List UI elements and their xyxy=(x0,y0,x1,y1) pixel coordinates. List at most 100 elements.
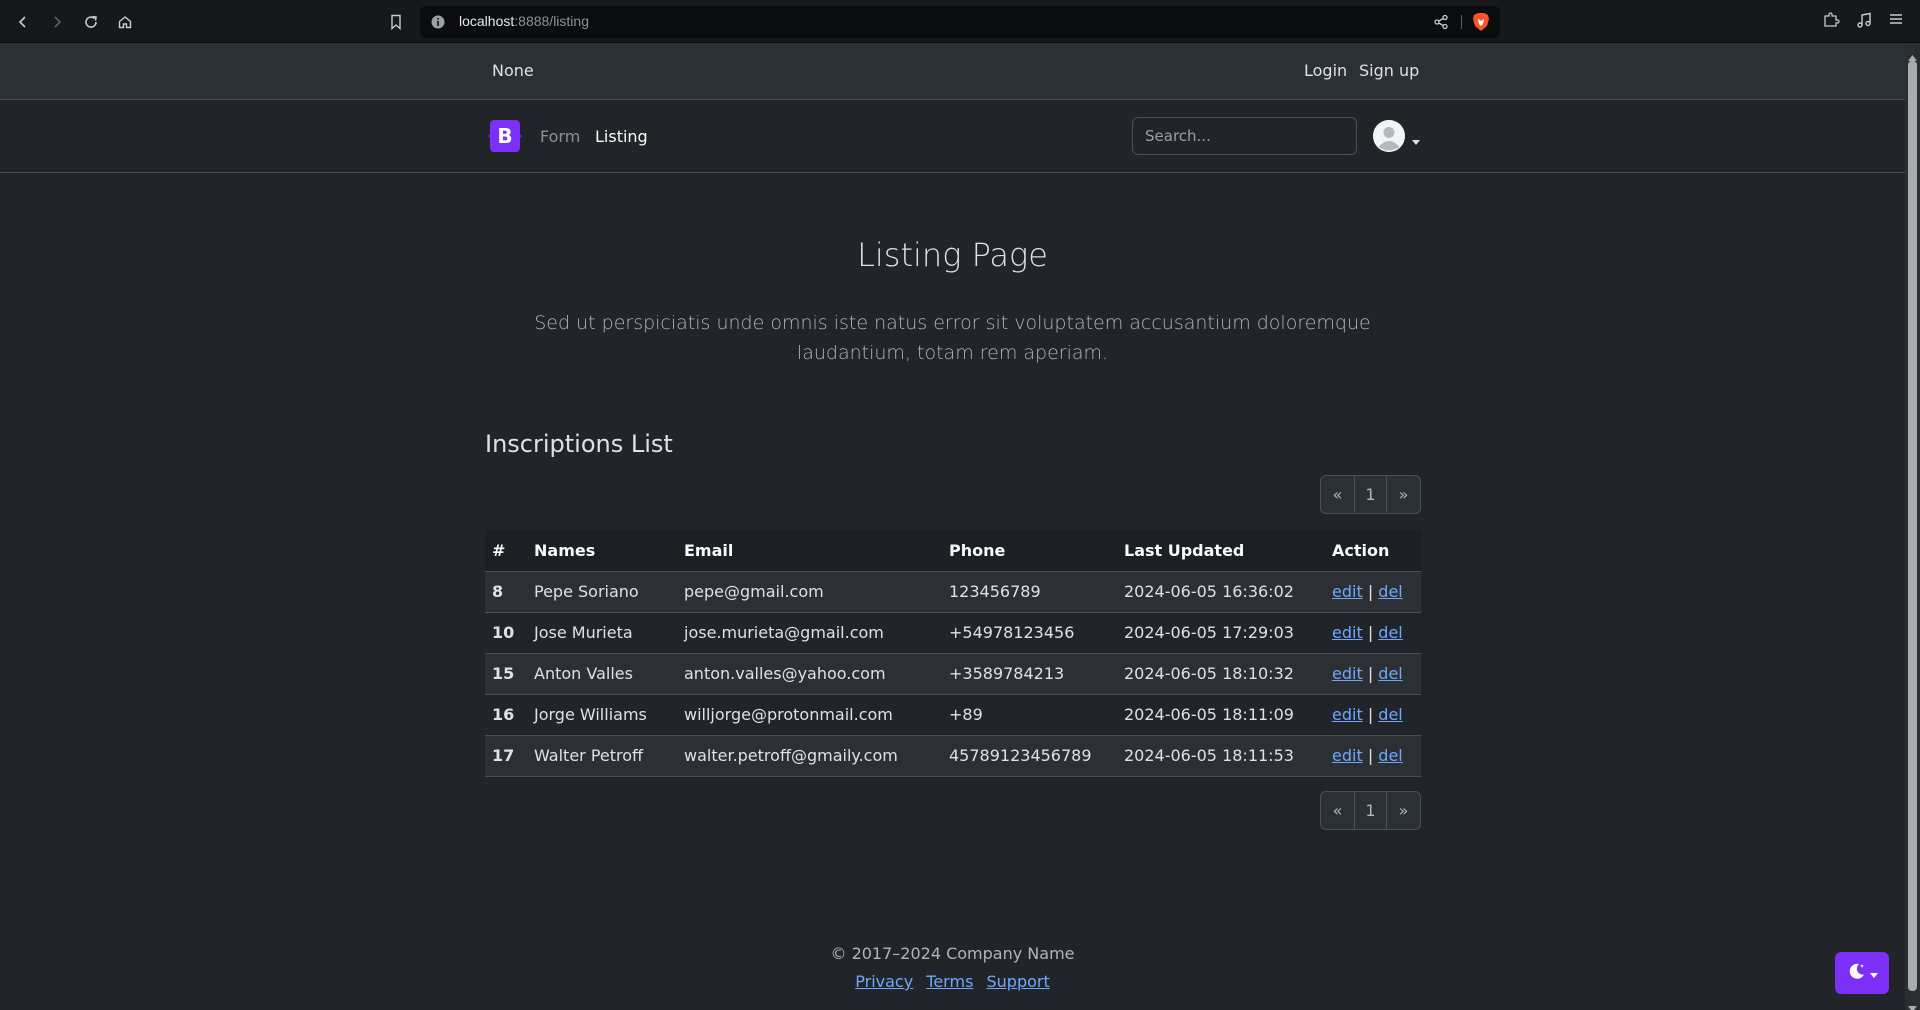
extensions-icon[interactable] xyxy=(1822,11,1842,31)
cell-updated: 2024-06-05 18:10:32 xyxy=(1117,653,1325,695)
signup-link[interactable]: Sign up xyxy=(1359,61,1419,80)
cell-action: edit | del xyxy=(1325,571,1421,613)
action-separator: | xyxy=(1367,664,1374,683)
table-row: 16 Jorge Williams willjorge@protonmail.c… xyxy=(485,694,1421,736)
column-header-action: Action xyxy=(1325,530,1421,572)
edit-link[interactable]: edit xyxy=(1332,623,1363,642)
pagination-page-button[interactable]: 1 xyxy=(1355,476,1387,513)
column-header-email: Email xyxy=(677,530,942,572)
topbar-brand[interactable]: None xyxy=(492,61,534,80)
url-text[interactable]: localhost:8888/listing xyxy=(459,13,589,29)
home-icon[interactable] xyxy=(112,9,138,35)
footer-links: Privacy Terms Support xyxy=(0,972,1905,991)
cell-phone: +54978123456 xyxy=(942,612,1117,654)
url-host: localhost xyxy=(459,13,515,29)
cell-id: 10 xyxy=(485,612,527,654)
table-row: 10 Jose Murieta jose.murieta@gmail.com +… xyxy=(485,612,1421,654)
action-separator: | xyxy=(1367,746,1374,765)
media-icon[interactable] xyxy=(1855,11,1875,31)
column-header-id: # xyxy=(485,530,527,572)
chevron-down-icon xyxy=(1869,964,1878,983)
scroll-up-icon[interactable] xyxy=(1908,47,1917,61)
pagination-prev-button[interactable]: « xyxy=(1321,476,1355,513)
cell-email: willjorge@protonmail.com xyxy=(677,694,942,736)
cell-phone: 123456789 xyxy=(942,571,1117,613)
footer-link-terms[interactable]: Terms xyxy=(926,972,973,991)
delete-link[interactable]: del xyxy=(1378,582,1402,601)
cell-updated: 2024-06-05 18:11:09 xyxy=(1117,694,1325,736)
action-separator: | xyxy=(1367,623,1374,642)
footer-link-support[interactable]: Support xyxy=(987,972,1050,991)
edit-link[interactable]: edit xyxy=(1332,582,1363,601)
cell-name: Pepe Soriano xyxy=(527,571,677,613)
cell-id: 16 xyxy=(485,694,527,736)
avatar[interactable] xyxy=(1373,120,1405,152)
share-icon[interactable] xyxy=(1433,14,1449,30)
chevron-down-icon[interactable] xyxy=(1412,131,1420,145)
column-header-names: Names xyxy=(527,530,677,572)
cell-updated: 2024-06-05 17:29:03 xyxy=(1117,612,1325,654)
footer-link-privacy[interactable]: Privacy xyxy=(855,972,913,991)
forward-icon[interactable] xyxy=(44,9,70,35)
pagination-bottom: « 1 » xyxy=(1320,791,1421,830)
pagination-top: « 1 » xyxy=(1320,475,1421,514)
delete-link[interactable]: del xyxy=(1378,746,1402,765)
pagination-page-button[interactable]: 1 xyxy=(1355,792,1387,829)
page-scrollbar[interactable] xyxy=(1905,43,1920,1010)
cell-id: 15 xyxy=(485,653,527,695)
nav-link-listing[interactable]: Listing xyxy=(595,127,648,146)
reload-icon[interactable] xyxy=(78,9,104,35)
main-navbar: B Form Listing xyxy=(0,100,1905,173)
page-title: Listing Page xyxy=(857,236,1048,274)
menu-icon[interactable] xyxy=(1888,11,1908,31)
site-info-icon[interactable] xyxy=(430,14,446,30)
pagination-next-button[interactable]: » xyxy=(1387,476,1420,513)
cell-updated: 2024-06-05 16:36:02 xyxy=(1117,571,1325,613)
cell-id: 8 xyxy=(485,571,527,613)
cell-id: 17 xyxy=(485,735,527,777)
cell-name: Walter Petroff xyxy=(527,735,677,777)
footer-copyright: © 2017–2024 Company Name xyxy=(830,944,1075,963)
delete-link[interactable]: del xyxy=(1378,664,1402,683)
nav-link-form[interactable]: Form xyxy=(540,127,580,146)
delete-link[interactable]: del xyxy=(1378,623,1402,642)
cell-action: edit | del xyxy=(1325,735,1421,777)
cell-email: anton.valles@yahoo.com xyxy=(677,653,942,695)
cell-email: walter.petroff@gmaily.com xyxy=(677,735,942,777)
cell-phone: +89 xyxy=(942,694,1117,736)
scroll-down-icon[interactable] xyxy=(1908,998,1917,1010)
search-input[interactable] xyxy=(1132,117,1357,155)
table-row: 8 Pepe Soriano pepe@gmail.com 123456789 … xyxy=(485,571,1421,613)
cell-updated: 2024-06-05 18:11:53 xyxy=(1117,735,1325,777)
cell-action: edit | del xyxy=(1325,653,1421,695)
address-bar[interactable]: localhost:8888/listing xyxy=(420,6,1500,38)
brave-shields-icon[interactable] xyxy=(1472,12,1490,32)
action-separator: | xyxy=(1367,705,1374,724)
top-bar: None Login Sign up xyxy=(0,43,1905,100)
pagination-next-button[interactable]: » xyxy=(1387,792,1420,829)
cell-email: jose.murieta@gmail.com xyxy=(677,612,942,654)
moon-stars-icon xyxy=(1847,961,1867,985)
cell-name: Anton Valles xyxy=(527,653,677,695)
edit-link[interactable]: edit xyxy=(1332,664,1363,683)
browser-toolbar: localhost:8888/listing xyxy=(0,0,1920,43)
delete-link[interactable]: del xyxy=(1378,705,1402,724)
column-header-phone: Phone xyxy=(942,530,1117,572)
table-row: 15 Anton Valles anton.valles@yahoo.com +… xyxy=(485,653,1421,695)
column-header-last-updated: Last Updated xyxy=(1117,530,1325,572)
login-link[interactable]: Login xyxy=(1304,61,1347,80)
edit-link[interactable]: edit xyxy=(1332,746,1363,765)
cell-action: edit | del xyxy=(1325,612,1421,654)
edit-link[interactable]: edit xyxy=(1332,705,1363,724)
scrollbar-thumb[interactable] xyxy=(1908,61,1917,991)
bookmark-icon[interactable] xyxy=(383,9,409,35)
cell-email: pepe@gmail.com xyxy=(677,571,942,613)
logo-letter: B xyxy=(497,124,512,148)
lead-text: Sed ut perspiciatis unde omnis iste natu… xyxy=(534,312,1371,364)
theme-toggle-button[interactable] xyxy=(1835,952,1889,994)
action-separator: | xyxy=(1367,582,1374,601)
bootstrap-logo[interactable]: B xyxy=(486,119,524,153)
pagination-prev-button[interactable]: « xyxy=(1321,792,1355,829)
back-icon[interactable] xyxy=(10,9,36,35)
table-header-row: # Names Email Phone Last Updated Action xyxy=(485,530,1421,572)
